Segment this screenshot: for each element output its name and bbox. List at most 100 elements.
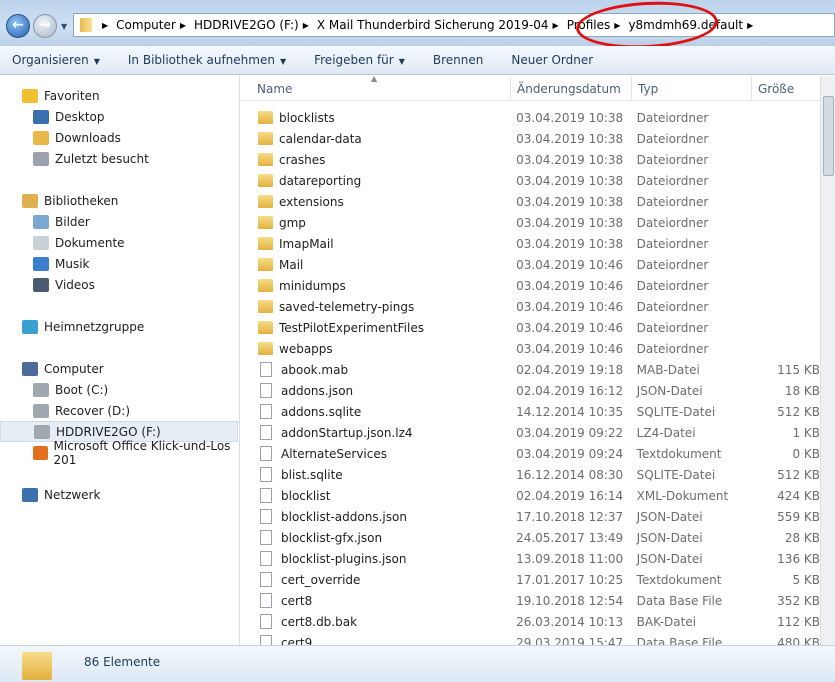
back-button[interactable]: ← [6, 14, 30, 38]
file-date: 19.10.2018 12:54 [516, 593, 624, 608]
file-date: 13.09.2018 11:00 [516, 551, 624, 566]
sidebar-item[interactable]: Downloads [0, 127, 238, 148]
forward-button[interactable]: → [33, 14, 57, 38]
share-with-button[interactable]: Freigeben für ▼ [314, 53, 405, 67]
file-date: 03.04.2019 09:22 [516, 425, 624, 440]
column-header-date[interactable]: Änderungsdatum [511, 76, 632, 100]
file-row[interactable]: abook.mab 02.04.2019 19:18 MAB-Datei 115 KB [241, 359, 820, 380]
file-row[interactable]: AlternateServices 03.04.2019 09:24 Textdok… [241, 443, 820, 464]
file-size: 424 KB [777, 488, 820, 503]
file-name: blocklist-plugins.json [281, 551, 407, 566]
file-row[interactable]: ImapMail 03.04.2019 10:38 Dateiordner [241, 233, 820, 254]
file-name: blocklists [279, 110, 335, 125]
file-name: calendar-data [279, 131, 362, 146]
file-type: JSON-Datei [636, 551, 703, 566]
column-header-type[interactable]: Typ [632, 76, 752, 100]
column-headers: ▲ Name Änderungsdatum Typ Größe [241, 74, 820, 101]
file-type: Dateiordner [636, 131, 709, 146]
file-size: 0 KB [792, 446, 820, 461]
file-row[interactable]: addons.json 02.04.2019 16:12 JSON-Datei 18 … [241, 380, 820, 401]
file-row[interactable]: saved-telemetry-pings 03.04.2019 10:46 Dat… [241, 296, 820, 317]
file-row[interactable]: cert8.db.bak 26.03.2014 10:13 BAK-Datei 112… [241, 611, 820, 632]
file-row[interactable]: blocklist 02.04.2019 16:14 XML-Dokument 424… [241, 485, 820, 506]
scrollbar-thumb[interactable] [823, 96, 834, 176]
file-row[interactable]: webapps 03.04.2019 10:46 Dateiordner [241, 338, 820, 359]
file-size: 136 KB [777, 551, 820, 566]
file-row[interactable]: cert8 19.10.2018 12:54 Data Base File 352 K… [241, 590, 820, 611]
vertical-scrollbar[interactable] [820, 76, 835, 645]
sidebar-item[interactable]: Microsoft Office Klick-und-Los 201 [0, 439, 238, 467]
breadcrumb-item[interactable]: ▶ HDDRIVE2GO (F:) [176, 18, 299, 32]
network-icon [22, 487, 38, 502]
file-row[interactable]: addonStartup.json.lz4 03.04.2019 09:22 LZ4… [241, 422, 820, 443]
sidebar-item[interactable]: Zuletzt besucht [0, 148, 238, 169]
file-row[interactable]: blist.sqlite 16.12.2014 08:30 SQLITE-Datei… [241, 464, 820, 485]
column-header-name[interactable]: ▲ Name [241, 74, 511, 100]
item-count: 86 Elemente [84, 655, 161, 669]
file-row[interactable]: extensions 03.04.2019 10:38 Dateiordner [241, 191, 820, 212]
file-row[interactable]: TestPilotExperimentFiles 03.04.2019 10:46… [241, 317, 820, 338]
sidebar-item[interactable]: Heimnetzgruppe [0, 316, 238, 337]
file-row[interactable]: datareporting 03.04.2019 10:38 Dateiordner [241, 170, 820, 191]
star-icon [22, 88, 38, 103]
file-type: JSON-Datei [636, 383, 703, 398]
file-row[interactable]: Mail 03.04.2019 10:46 Dateiordner [241, 254, 820, 275]
file-icon [260, 551, 272, 566]
file-name: Mail [279, 257, 304, 272]
file-date: 17.10.2018 12:37 [516, 509, 624, 524]
history-dropdown-icon[interactable]: ▼ [61, 22, 67, 31]
organize-button[interactable]: Organisieren ▼ [12, 53, 100, 67]
breadcrumb-item[interactable]: ▶ Computer [98, 18, 176, 32]
file-row[interactable]: addons.sqlite 14.12.2014 10:35 SQLITE-Date… [241, 401, 820, 422]
folder-icon [258, 279, 273, 292]
folder-icon [258, 111, 273, 124]
sidebar-item[interactable]: Desktop [0, 106, 238, 127]
file-row[interactable]: blocklist-addons.json 17.10.2018 12:37 JSO… [241, 506, 820, 527]
file-type: Dateiordner [636, 194, 709, 209]
file-name: saved-telemetry-pings [279, 299, 415, 314]
file-type: Dateiordner [636, 110, 709, 125]
address-bar[interactable]: ▶ Computer ▶ HDDRIVE2GO (F:) ▶ X Mail Thunder… [73, 13, 835, 37]
sidebar-item[interactable]: Dokumente [0, 232, 238, 253]
recent-icon [33, 151, 49, 166]
breadcrumb-item[interactable]: ▶ X Mail Thunderbird Sicherung 2019-04 [299, 18, 549, 32]
folder-icon [258, 216, 273, 229]
file-row[interactable]: blocklists 03.04.2019 10:38 Dateiordner [241, 107, 820, 128]
sidebar-item[interactable]: Netzwerk [0, 484, 238, 505]
chevron-right-icon[interactable]: ▶ [747, 21, 753, 30]
file-row[interactable]: minidumps 03.04.2019 10:46 Dateiordner [241, 275, 820, 296]
file-row[interactable]: blocklist-plugins.json 13.09.2018 11:00 JS… [241, 548, 820, 569]
file-type: BAK-Datei [636, 614, 697, 629]
file-row[interactable]: calendar-data 03.04.2019 10:38 Dateiordner [241, 128, 820, 149]
sidebar-item[interactable]: Favoriten [0, 85, 238, 106]
file-date: 03.04.2019 10:38 [516, 236, 624, 251]
file-row[interactable]: blocklist-gfx.json 24.05.2017 13:49 JSON-D… [241, 527, 820, 548]
file-row[interactable]: gmp 03.04.2019 10:38 Dateiordner [241, 212, 820, 233]
sidebar-item[interactable]: Computer [0, 358, 238, 379]
include-in-library-button[interactable]: In Bibliothek aufnehmen ▼ [128, 53, 286, 67]
file-icon [260, 530, 272, 545]
file-date: 03.04.2019 10:46 [516, 278, 624, 293]
file-name: extensions [279, 194, 344, 209]
file-name: gmp [279, 215, 306, 230]
file-date: 17.01.2017 10:25 [516, 572, 624, 587]
documents-icon [33, 235, 49, 250]
file-icon [260, 509, 272, 524]
file-date: 03.04.2019 10:38 [516, 131, 624, 146]
sidebar-item[interactable]: Musik [0, 253, 238, 274]
file-row[interactable]: cert_override 17.01.2017 10:25 Textdokumen… [241, 569, 820, 590]
column-header-size[interactable]: Größe [752, 76, 820, 100]
sidebar-item[interactable]: Bilder [0, 211, 238, 232]
file-row[interactable]: crashes 03.04.2019 10:38 Dateiordner [241, 149, 820, 170]
computer-icon [22, 361, 38, 376]
file-type: MAB-Datei [636, 362, 700, 377]
sidebar-item[interactable]: Bibliotheken [0, 190, 238, 211]
burn-button[interactable]: Brennen [433, 53, 483, 67]
file-type: Dateiordner [636, 320, 709, 335]
file-name: blocklist-gfx.json [281, 530, 383, 545]
sidebar-item[interactable]: Boot (C:) [0, 379, 238, 400]
sidebar-item[interactable]: Videos [0, 274, 238, 295]
new-folder-button[interactable]: Neuer Ordner [511, 53, 593, 67]
sidebar-item[interactable]: Recover (D:) [0, 400, 238, 421]
arrow-right-icon: → [39, 17, 51, 33]
